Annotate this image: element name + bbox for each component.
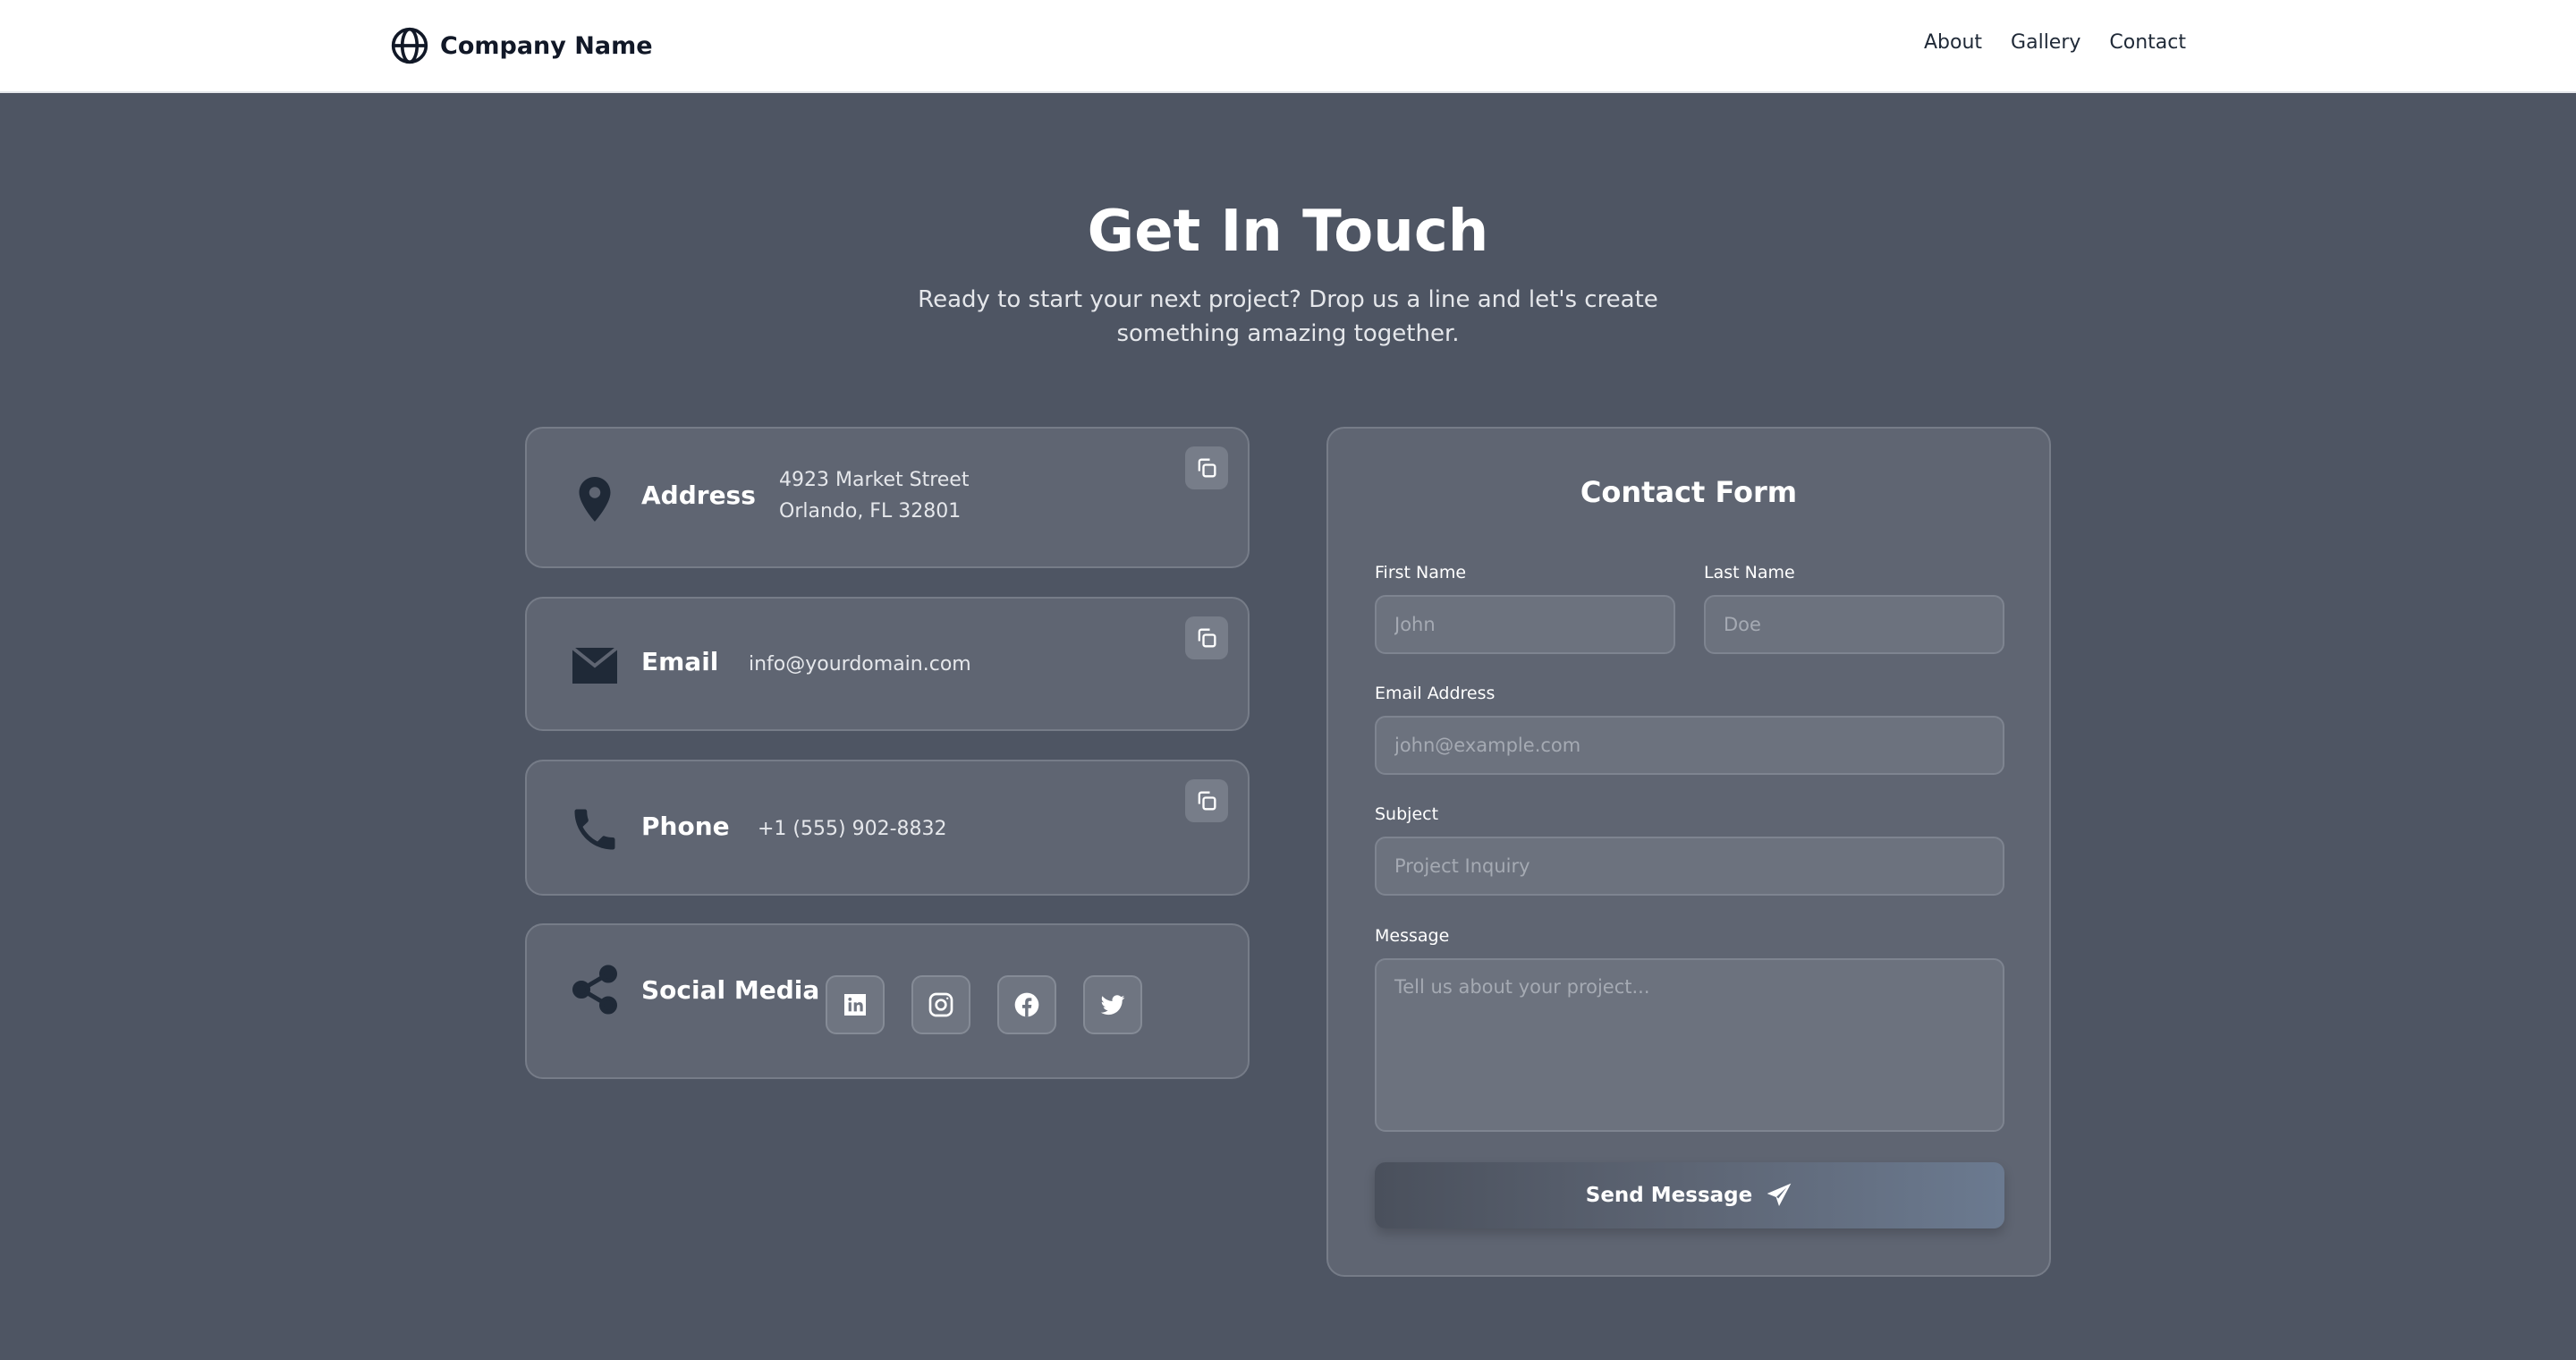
nav-link-about[interactable]: About: [1924, 27, 1982, 59]
copy-phone-button[interactable]: [1185, 779, 1228, 822]
facebook-icon: [1014, 992, 1039, 1017]
brand[interactable]: Company Name: [390, 23, 653, 68]
nav-link-contact[interactable]: Contact: [2109, 27, 2186, 59]
map-pin-icon: [579, 477, 611, 522]
main-nav: About Gallery Contact: [1924, 27, 2186, 59]
address-line-1: 4923 Market Street: [779, 469, 970, 491]
address-line-2: Orlando, FL 32801: [779, 500, 962, 523]
paper-plane-icon: [1767, 1183, 1792, 1206]
social-card: Social Media: [525, 923, 1250, 1079]
copy-icon: [1198, 791, 1216, 811]
twitter-icon: [1100, 995, 1125, 1016]
copy-address-button[interactable]: [1185, 446, 1228, 489]
top-navbar: Company Name About Gallery Contact: [0, 0, 2576, 93]
globe-icon: [391, 27, 428, 64]
first-name-input[interactable]: [1375, 595, 1675, 654]
page-title: Get In Touch: [1087, 199, 1489, 265]
share-icon: [572, 965, 617, 1015]
copy-email-button[interactable]: [1185, 616, 1228, 659]
message-label: Message: [1375, 926, 1450, 946]
nav-link-gallery[interactable]: Gallery: [2011, 27, 2080, 59]
send-message-label: Send Message: [1585, 1184, 1753, 1207]
last-name-label: Last Name: [1704, 563, 1795, 582]
last-name-input[interactable]: [1704, 595, 2004, 654]
form-title: Contact Form: [1580, 475, 1798, 509]
phone-card: Phone +1 (555) 902-8832: [525, 760, 1250, 896]
send-message-button[interactable]: Send Message: [1375, 1162, 2004, 1228]
envelope-icon: [571, 646, 619, 684]
linkedin-icon: [844, 994, 866, 1016]
copy-icon: [1198, 458, 1216, 478]
facebook-button[interactable]: [997, 975, 1056, 1034]
phone-value: +1 (555) 902-8832: [758, 818, 947, 840]
linkedin-button[interactable]: [826, 975, 885, 1034]
phone-icon: [574, 809, 615, 850]
instagram-icon: [928, 992, 953, 1017]
subject-input[interactable]: [1375, 837, 2004, 896]
address-label: Address: [641, 480, 756, 510]
email-address-input[interactable]: [1375, 716, 2004, 775]
copy-icon: [1198, 628, 1216, 648]
phone-label: Phone: [641, 812, 730, 841]
social-label: Social Media: [641, 975, 820, 1005]
email-label: Email: [641, 647, 719, 676]
address-value: 4923 Market Street Orlando, FL 32801: [779, 464, 969, 527]
subject-label: Subject: [1375, 804, 1439, 824]
twitter-button[interactable]: [1083, 975, 1142, 1034]
page-subtitle: Ready to start your next project? Drop u…: [918, 286, 1658, 347]
brand-name: Company Name: [440, 31, 653, 60]
email-address-label: Email Address: [1375, 684, 1496, 703]
instagram-button[interactable]: [911, 975, 970, 1034]
message-textarea[interactable]: [1375, 958, 2004, 1132]
email-value: info@yourdomain.com: [749, 653, 971, 676]
first-name-label: First Name: [1375, 563, 1467, 582]
address-card: Address 4923 Market Street Orlando, FL 3…: [525, 427, 1250, 568]
contact-form-card: Contact Form First Name Last Name Email …: [1326, 427, 2051, 1277]
email-card: Email info@yourdomain.com: [525, 597, 1250, 731]
